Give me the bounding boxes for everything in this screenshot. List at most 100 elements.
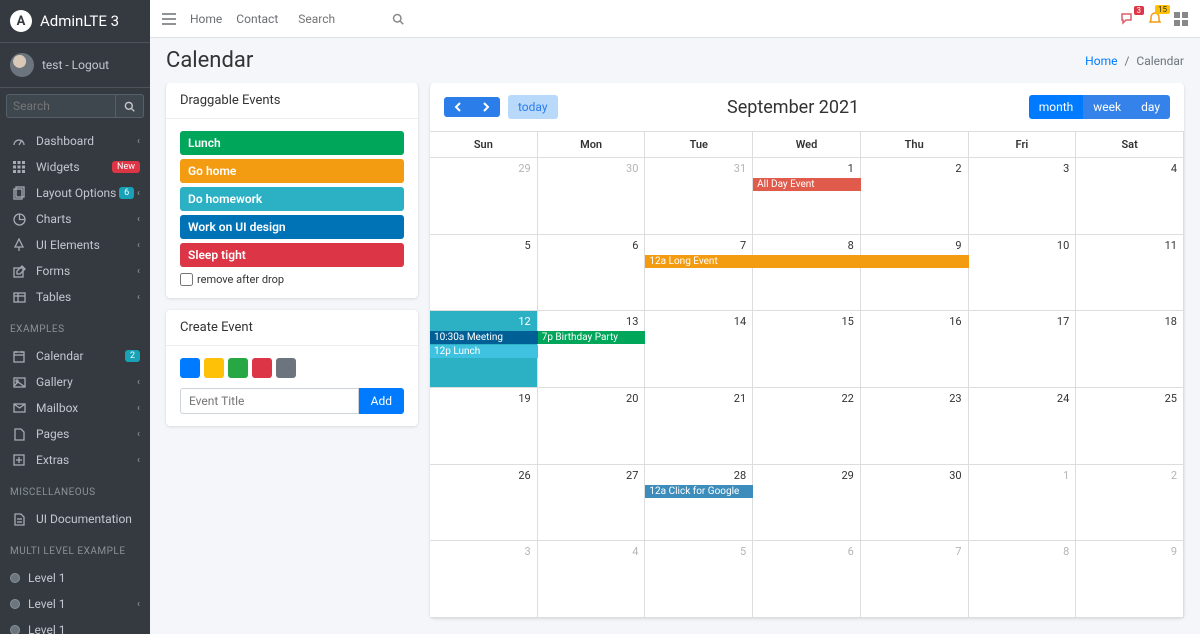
sidebar-item-ui-documentation[interactable]: UI Documentation: [0, 506, 150, 532]
event-google[interactable]: 12a Click for Google: [645, 485, 753, 498]
calendar-cell[interactable]: 11: [1076, 235, 1184, 312]
event-title-input[interactable]: [180, 388, 359, 414]
color-swatch[interactable]: [180, 358, 200, 378]
menu-toggle-icon[interactable]: [162, 13, 176, 25]
cal-today-button[interactable]: today: [508, 95, 558, 119]
calendar-cell[interactable]: 6: [753, 541, 861, 618]
calendar-cell[interactable]: 31: [645, 158, 753, 235]
sidebar-item-gallery[interactable]: Gallery‹: [0, 369, 150, 395]
sidebar-item-ui-elements[interactable]: UI Elements‹: [0, 232, 150, 258]
calendar-cell[interactable]: 23: [861, 388, 969, 465]
sidebar-item-forms[interactable]: Forms‹: [0, 258, 150, 284]
calendar-cell[interactable]: 10: [969, 235, 1077, 312]
calendar-cell[interactable]: 2: [1076, 465, 1184, 542]
cal-view-week[interactable]: week: [1083, 95, 1131, 119]
search-icon[interactable]: [392, 13, 404, 25]
calendar-cell[interactable]: 8: [969, 541, 1077, 618]
calendar-cell[interactable]: 15: [753, 311, 861, 388]
cal-prev-button[interactable]: [444, 97, 472, 117]
user-link[interactable]: test - Logout: [42, 58, 109, 72]
calendar-cell[interactable]: 5: [645, 541, 753, 618]
calendar-cell[interactable]: 18: [1076, 311, 1184, 388]
remove-after-drop-checkbox[interactable]: [180, 273, 193, 286]
calendar-cell[interactable]: 7: [645, 235, 753, 312]
calendar-cell[interactable]: 2: [861, 158, 969, 235]
color-swatch[interactable]: [252, 358, 272, 378]
calendar-cell[interactable]: 28: [645, 465, 753, 542]
sidebar-item-pages[interactable]: Pages‹: [0, 421, 150, 447]
calendar-cell[interactable]: 9: [861, 235, 969, 312]
calendar-cell[interactable]: 25: [1076, 388, 1184, 465]
create-event-title: Create Event: [166, 310, 418, 346]
add-event-button[interactable]: Add: [359, 388, 404, 414]
draggable-event[interactable]: Work on UI design: [180, 215, 404, 239]
calendar-cell[interactable]: 16: [861, 311, 969, 388]
sidebar-item-tables[interactable]: Tables‹: [0, 284, 150, 310]
calendar-cell[interactable]: 22: [753, 388, 861, 465]
calendar-cell[interactable]: 29: [753, 465, 861, 542]
calendar-cell[interactable]: 7: [861, 541, 969, 618]
sidebar-item-charts[interactable]: Charts‹: [0, 206, 150, 232]
top-search-input[interactable]: [292, 8, 392, 30]
calendar-cell[interactable]: 19: [430, 388, 538, 465]
calendar-cell[interactable]: 29: [430, 158, 538, 235]
grid-icon[interactable]: [1174, 12, 1188, 26]
sidebar-search-button[interactable]: [116, 94, 144, 118]
comments-icon[interactable]: 3: [1120, 12, 1136, 26]
calendar-cell[interactable]: 4: [538, 541, 646, 618]
day-header: Wed: [753, 132, 861, 158]
chevron-left-icon: ‹: [137, 377, 140, 388]
event-birthday[interactable]: 7p Birthday Party: [538, 331, 646, 344]
color-swatch[interactable]: [276, 358, 296, 378]
event-all-day[interactable]: All Day Event: [753, 178, 861, 191]
calendar-cell[interactable]: 30: [538, 158, 646, 235]
draggable-event[interactable]: Lunch: [180, 131, 404, 155]
cal-view-month[interactable]: month: [1029, 95, 1084, 119]
calendar-cell[interactable]: 17: [969, 311, 1077, 388]
calendar-cell[interactable]: 3: [969, 158, 1077, 235]
draggable-event[interactable]: Go home: [180, 159, 404, 183]
topnav-contact[interactable]: Contact: [236, 12, 278, 26]
color-swatch[interactable]: [204, 358, 224, 378]
cal-next-button[interactable]: [472, 97, 500, 117]
calendar-cell[interactable]: 21: [645, 388, 753, 465]
sidebar-item-calendar[interactable]: Calendar2: [0, 343, 150, 369]
day-number: 5: [525, 239, 531, 252]
breadcrumb-home[interactable]: Home: [1085, 54, 1117, 68]
calendar-cell[interactable]: 24: [969, 388, 1077, 465]
sidebar-item-dashboard[interactable]: Dashboard‹: [0, 128, 150, 154]
sidebar-item-level-1[interactable]: Level 1: [0, 617, 150, 634]
topnav-home[interactable]: Home: [190, 12, 222, 26]
calendar-cell[interactable]: 8: [753, 235, 861, 312]
calendar-cell[interactable]: 9: [1076, 541, 1184, 618]
draggable-event[interactable]: Do homework: [180, 187, 404, 211]
calendar-cell[interactable]: 1: [969, 465, 1077, 542]
calendar-cell[interactable]: 20: [538, 388, 646, 465]
calendar-cell[interactable]: 13: [538, 311, 646, 388]
event-meeting[interactable]: 10:30a Meeting: [430, 331, 538, 344]
calendar-cell[interactable]: 4: [1076, 158, 1184, 235]
sidebar-item-widgets[interactable]: WidgetsNew: [0, 154, 150, 180]
sidebar-item-extras[interactable]: Extras‹: [0, 447, 150, 473]
bell-icon[interactable]: 15: [1148, 11, 1162, 27]
sidebar-item-level-1[interactable]: Level 1: [0, 565, 150, 591]
draggable-event[interactable]: Sleep tight: [180, 243, 404, 267]
calendar-cell[interactable]: 6: [538, 235, 646, 312]
cal-view-day[interactable]: day: [1131, 95, 1170, 119]
calendar-cell[interactable]: 5: [430, 235, 538, 312]
sidebar-item-level-1[interactable]: Level 1‹: [0, 591, 150, 617]
color-swatch[interactable]: [228, 358, 248, 378]
calendar-cell[interactable]: 1: [753, 158, 861, 235]
calendar-cell[interactable]: 26: [430, 465, 538, 542]
sidebar-item-mailbox[interactable]: Mailbox‹: [0, 395, 150, 421]
calendar-cell[interactable]: 27: [538, 465, 646, 542]
remove-after-drop[interactable]: remove after drop: [180, 273, 404, 286]
calendar-cell[interactable]: 30: [861, 465, 969, 542]
sidebar-item-layout-options[interactable]: Layout Options6‹: [0, 180, 150, 206]
brand[interactable]: A AdminLTE 3: [0, 0, 150, 43]
sidebar-search-input[interactable]: [6, 94, 116, 118]
event-long[interactable]: 12a Long Event: [645, 255, 968, 268]
calendar-cell[interactable]: 14: [645, 311, 753, 388]
event-lunch[interactable]: 12p Lunch: [430, 345, 538, 358]
calendar-cell[interactable]: 3: [430, 541, 538, 618]
